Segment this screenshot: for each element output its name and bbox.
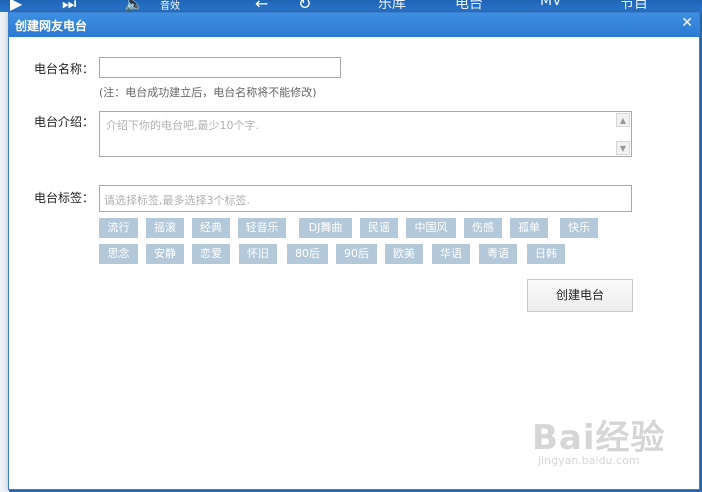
tag-option[interactable]: 摇滚 — [146, 218, 184, 238]
play-icon[interactable]: ▶ — [10, 0, 22, 12]
tag-option[interactable]: 日韩 — [527, 244, 565, 264]
tab-radio[interactable]: 电台 — [455, 0, 483, 12]
tag-option[interactable]: 90后 — [336, 244, 377, 264]
baidu-watermark: Bai经验 jingyan.baidu.com — [532, 410, 666, 467]
tag-option[interactable]: 轻音乐 — [238, 218, 286, 238]
tag-option[interactable]: 安静 — [146, 244, 184, 264]
tag-option[interactable]: 粤语 — [479, 244, 517, 264]
tag-option[interactable]: 伤感 — [464, 218, 502, 238]
scroll-down-icon[interactable]: ▼ — [616, 141, 630, 155]
radio-tags-placeholder: 请选择标签,最多选择3个标签. — [104, 194, 250, 207]
back-icon[interactable]: ← — [255, 0, 268, 12]
background-toolbar: ▶ ⏭ 🔈 音效 ← ↻ 乐库 电台 MV 节目 — [0, 0, 702, 12]
watermark-site: jingyan.baidu.com — [538, 454, 640, 467]
close-icon[interactable]: ✕ — [681, 15, 693, 31]
tab-mv[interactable]: MV — [540, 0, 562, 9]
tab-programs[interactable]: 节目 — [620, 0, 648, 12]
tag-option[interactable]: 经典 — [192, 218, 230, 238]
tag-option[interactable]: 华语 — [432, 244, 470, 264]
volume-icon[interactable]: 🔈 — [124, 0, 144, 12]
tag-option[interactable]: 流行 — [99, 218, 138, 238]
radio-tags-input[interactable]: 请选择标签,最多选择3个标签. — [99, 185, 632, 212]
watermark-logo: Bai经验 — [532, 418, 666, 458]
tag-option[interactable]: DJ舞曲 — [299, 218, 352, 238]
volume-label: 音效 — [160, 1, 180, 12]
radio-name-label: 电台名称： — [34, 62, 95, 76]
tag-option[interactable]: 中国风 — [406, 218, 456, 238]
tag-option[interactable]: 思念 — [99, 244, 138, 264]
radio-name-input[interactable] — [99, 57, 341, 78]
radio-intro-label: 电台介绍： — [34, 115, 95, 129]
tag-option[interactable]: 欧美 — [385, 244, 423, 264]
dialog-titlebar: 创建网友电台 ✕ — [9, 13, 699, 37]
radio-intro-placeholder: 介绍下你的电台吧,最少10个字. — [106, 119, 259, 132]
tag-option[interactable]: 孤单 — [510, 218, 548, 238]
radio-name-hint: (注：电台成功建立后，电台名称将不能修改) — [99, 86, 317, 99]
dialog-title: 创建网友电台 — [15, 19, 88, 33]
tag-option[interactable]: 80后 — [287, 244, 328, 264]
tag-option[interactable]: 民谣 — [360, 218, 398, 238]
radio-tags-label: 电台标签： — [34, 191, 95, 205]
tab-library[interactable]: 乐库 — [378, 0, 406, 12]
scroll-up-icon[interactable]: ▲ — [616, 113, 630, 127]
tag-option[interactable]: 恋爱 — [192, 244, 230, 264]
tag-option[interactable]: 快乐 — [560, 218, 598, 238]
next-icon[interactable]: ⏭ — [62, 0, 76, 12]
refresh-icon[interactable]: ↻ — [298, 0, 311, 12]
radio-intro-textarea[interactable]: 介绍下你的电台吧,最少10个字. ▲ ▼ — [99, 111, 632, 157]
create-radio-button[interactable]: 创建电台 — [527, 279, 633, 312]
tag-option[interactable]: 怀旧 — [239, 244, 277, 264]
